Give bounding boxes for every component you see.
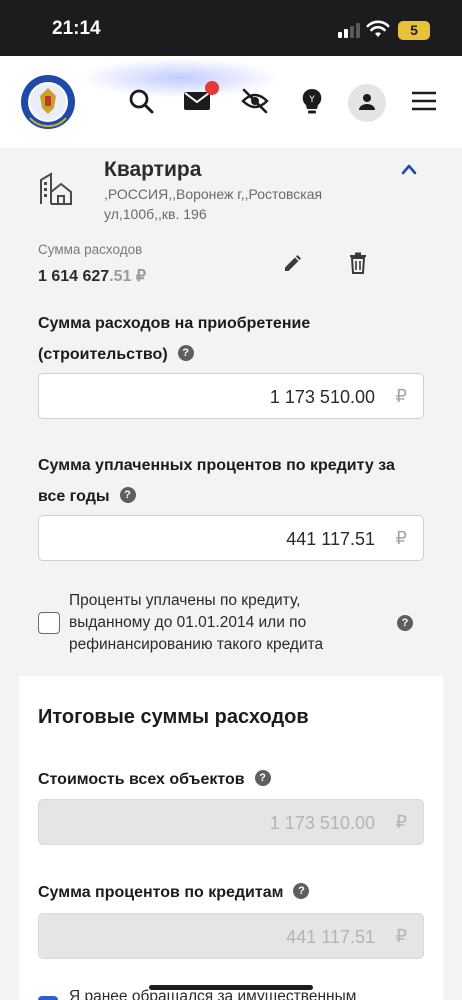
expense-sum-value: 1 614 627.51 ₽	[38, 268, 147, 285]
battery-indicator: 5	[398, 21, 430, 40]
property-title: Квартира	[104, 158, 202, 181]
credit-interest-value: 441 117.51	[286, 927, 375, 947]
trash-icon[interactable]	[348, 252, 368, 274]
svg-text:Y: Y	[308, 95, 315, 105]
credit-interest-label: Сумма процентов по кредитам?	[38, 877, 418, 908]
credit-interest-input: 441 117.51 ₽	[38, 913, 424, 959]
help-icon[interactable]: ?	[177, 344, 194, 361]
totals-card: Итоговые суммы расходов Стоимость всех о…	[19, 676, 443, 1000]
interest-input[interactable]: 441 117.51 ₽	[38, 515, 424, 561]
acquisition-input[interactable]: 1 173 510.00 ₽	[38, 373, 424, 419]
notification-badge	[205, 81, 219, 95]
chevron-up-icon[interactable]	[400, 162, 418, 176]
all-objects-label: Стоимость всех объектов?	[38, 764, 418, 795]
app-header: Y	[0, 56, 462, 148]
building-icon	[40, 172, 72, 205]
all-objects-input: 1 173 510.00 ₽	[38, 799, 424, 845]
lightbulb-icon[interactable]: Y	[297, 86, 327, 116]
help-icon[interactable]: ?	[397, 615, 413, 631]
pre-2014-credit-label: Проценты уплачены по кредиту, выданному …	[69, 592, 324, 653]
acquisition-value: 1 173 510.00	[269, 387, 375, 407]
help-icon[interactable]: ?	[254, 769, 271, 786]
edit-icon[interactable]	[282, 254, 302, 274]
menu-icon[interactable]	[410, 86, 438, 116]
wifi-icon	[366, 20, 390, 37]
all-objects-value: 1 173 510.00	[269, 813, 375, 833]
home-indicator[interactable]	[149, 985, 313, 990]
interest-label: Сумма уплаченных процентов по кредиту за…	[38, 457, 395, 505]
help-icon[interactable]: ?	[293, 882, 310, 899]
ruble-sign: ₽	[395, 386, 407, 406]
prior-deduction-checkbox[interactable]	[38, 996, 58, 1000]
eye-off-icon[interactable]	[240, 86, 270, 116]
mail-icon[interactable]	[182, 80, 222, 116]
property-address: ,РОССИЯ,,Воронеж г,,Ростовская ул,100б,,…	[104, 186, 323, 222]
ruble-sign: ₽	[395, 528, 407, 548]
interest-value: 441 117.51	[286, 529, 375, 549]
ruble-sign: ₽	[395, 926, 407, 946]
property-panel: Квартира ,РОССИЯ,,Воронеж г,,Ростовская …	[10, 150, 452, 674]
profile-button[interactable]	[348, 84, 386, 122]
acquisition-label: Сумма расходов на приобретение (строител…	[38, 315, 311, 363]
expense-sum-label: Сумма расходов	[38, 242, 143, 257]
user-icon	[359, 94, 375, 110]
totals-title: Итоговые суммы расходов	[38, 706, 309, 728]
status-bar: 21:14 5	[0, 0, 462, 56]
ruble-sign: ₽	[395, 812, 407, 832]
search-icon[interactable]	[126, 86, 156, 116]
help-icon[interactable]: ?	[119, 486, 136, 503]
cellular-signal-icon	[338, 22, 364, 38]
pre-2014-credit-checkbox[interactable]	[38, 612, 60, 634]
status-time: 21:14	[52, 18, 101, 39]
fns-emblem-logo[interactable]	[20, 74, 76, 130]
